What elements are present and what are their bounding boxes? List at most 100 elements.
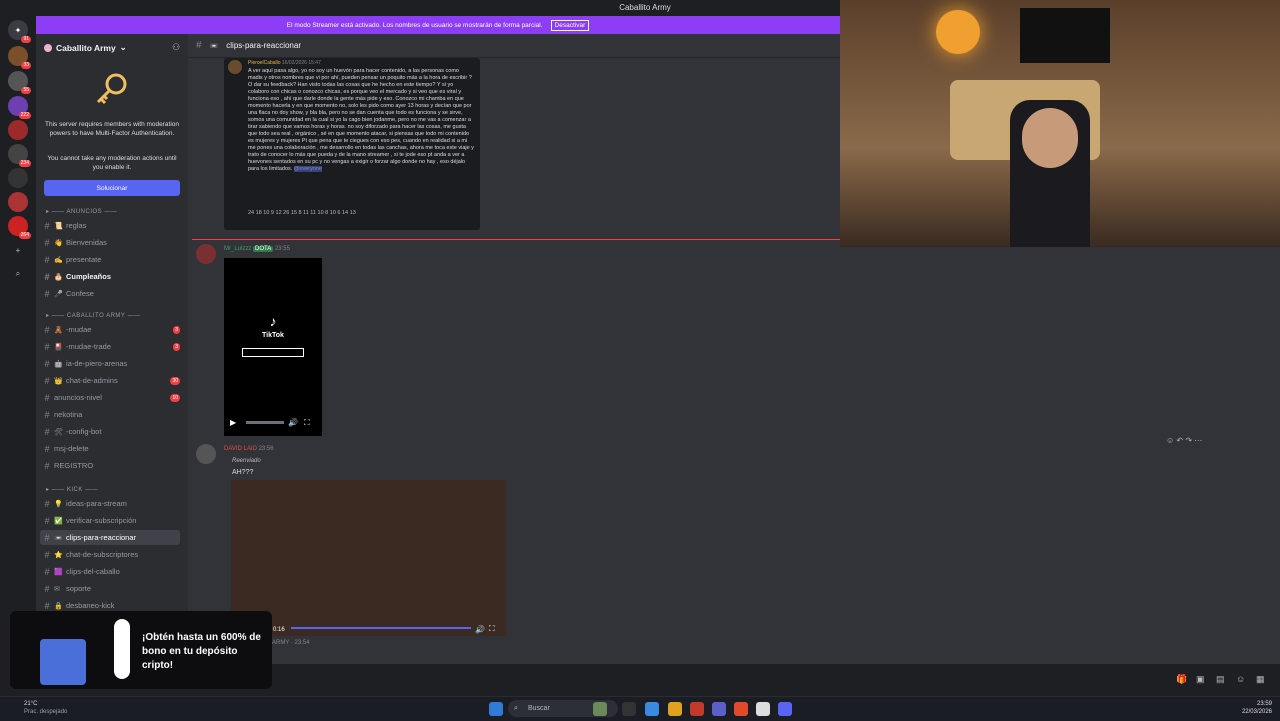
- channel-item[interactable]: # anuncios-nivel 10: [40, 390, 180, 405]
- category-caballito[interactable]: ▸ —— CABALLITO ARMY ——: [46, 312, 141, 319]
- channel-item[interactable]: # nekotina: [40, 407, 180, 422]
- more-icon[interactable]: ⋯: [1194, 436, 1202, 445]
- server-icon[interactable]: 33: [8, 46, 31, 69]
- channel-label: presentate: [66, 255, 102, 264]
- discover-icon[interactable]: ⌕: [8, 264, 28, 284]
- forward-icon[interactable]: ↷: [1185, 436, 1192, 445]
- widget-icon[interactable]: [593, 702, 607, 716]
- play-icon[interactable]: ▶: [230, 418, 236, 427]
- message-footer: ARMY · 23:54: [272, 640, 310, 646]
- add-member-icon[interactable]: ⚇: [172, 42, 180, 53]
- forwarded-video[interactable]: 0:16 🔊 ⛶: [231, 480, 506, 636]
- server-icon[interactable]: 222: [8, 96, 31, 119]
- server-icon[interactable]: 264: [8, 216, 31, 239]
- app-icon[interactable]: [690, 702, 704, 716]
- discord-icon[interactable]: [778, 702, 792, 716]
- hash-icon: #: [44, 460, 50, 471]
- server-icon[interactable]: [8, 192, 28, 212]
- crypto-ad[interactable]: ¡Obtén hasta un 600% de bono en tu depós…: [10, 611, 272, 689]
- mfa-warning: You cannot take any moderation actions u…: [47, 155, 177, 171]
- disable-streamer-button[interactable]: Desactivar: [550, 19, 590, 31]
- gift-icon[interactable]: 🎁: [1176, 674, 1187, 685]
- hash-icon: #: [44, 409, 50, 420]
- fullscreen-icon[interactable]: ⛶: [489, 624, 495, 634]
- server-icon[interactable]: 234: [8, 144, 31, 167]
- add-server-icon[interactable]: +: [8, 240, 28, 260]
- avatar: [228, 60, 242, 74]
- hash-icon: #: [44, 515, 50, 526]
- volume-icon[interactable]: 🔊: [475, 625, 485, 634]
- channel-item[interactable]: # 👋 Bienvenidas: [40, 235, 180, 250]
- channel-emoji-icon: 🎤: [54, 290, 63, 298]
- channel-item[interactable]: # 🟪 clips-del-caballo: [40, 564, 180, 579]
- channel-label: ideas-para-stream: [66, 499, 127, 508]
- brave-icon[interactable]: [734, 702, 748, 716]
- volume-slider[interactable]: [246, 421, 284, 424]
- channel-item[interactable]: # 🛠 -config-bot: [40, 424, 180, 439]
- channel-item[interactable]: # 📜 reglas: [40, 218, 180, 233]
- loading-bar: [242, 348, 304, 357]
- server-icon[interactable]: 55: [8, 71, 31, 94]
- hash-icon: #: [44, 375, 50, 386]
- channel-item[interactable]: # 📼 clips-para-reaccionar: [40, 530, 180, 545]
- clock[interactable]: 23:59 22/03/2026: [1242, 700, 1272, 716]
- channel-label: desbaneo-kick: [66, 601, 115, 610]
- channel-label: -config-bot: [66, 427, 102, 436]
- tiktok-video[interactable]: ♪ TikTok ▶ 🔊 ⛶: [224, 258, 322, 436]
- server-icon[interactable]: [8, 120, 28, 140]
- copilot-icon[interactable]: [645, 702, 659, 716]
- channel-item[interactable]: # ✍ presentate: [40, 252, 180, 267]
- channel-header: # 📼 clips-para-reaccionar: [188, 34, 840, 58]
- channel-item[interactable]: # 🎂 Cumpleaños: [40, 269, 180, 284]
- hash-icon: #: [44, 254, 50, 265]
- reply-icon[interactable]: ↶: [1176, 436, 1183, 445]
- category-kick[interactable]: ▸ —— KICK ——: [46, 486, 98, 493]
- channel-item[interactable]: # 👑 chat-de-admins 30: [40, 373, 180, 388]
- channel-item[interactable]: # 🎴 -mudae-trade 3: [40, 339, 180, 354]
- channel-item[interactable]: # REGISTRO: [40, 458, 180, 473]
- channel-item[interactable]: # 🤖 ia-de-piero-arenas: [40, 356, 180, 371]
- username[interactable]: Mr_Luizzz: [224, 246, 251, 252]
- gif-icon[interactable]: ▣: [1196, 674, 1205, 685]
- video-progress[interactable]: [291, 627, 471, 629]
- server-icon: [44, 43, 52, 52]
- weather-widget[interactable]: 21°C Prac. despejado: [24, 700, 67, 716]
- channel-item[interactable]: # 💡 ideas-para-stream: [40, 496, 180, 511]
- channel-item[interactable]: # ✉ soporte: [40, 581, 180, 596]
- sticker-icon[interactable]: ▤: [1216, 674, 1225, 685]
- teams-icon[interactable]: [712, 702, 726, 716]
- task-view-icon[interactable]: [622, 702, 636, 716]
- channel-label: anuncios-nivel: [54, 393, 102, 402]
- chrome-icon[interactable]: [756, 702, 770, 716]
- fix-mfa-button[interactable]: Solucionar: [44, 180, 180, 196]
- fullscreen-icon[interactable]: ⛶: [304, 418, 310, 428]
- channel-label: soporte: [66, 584, 92, 593]
- channel-item[interactable]: # 🧸 -mudae 3: [40, 322, 180, 337]
- file-explorer-icon[interactable]: [668, 702, 682, 716]
- channel-item[interactable]: # 🎤 Confese: [40, 286, 180, 301]
- avatar[interactable]: [196, 444, 216, 464]
- hash-icon: #: [44, 271, 50, 282]
- start-icon[interactable]: [489, 702, 503, 716]
- direct-messages-button[interactable]: ✦ 91: [8, 20, 31, 43]
- chat-area: # 📼 clips-para-reaccionar PieroelCaballo…: [188, 34, 840, 664]
- emoji-icon[interactable]: ☺: [1236, 674, 1245, 684]
- apps-icon[interactable]: ▦: [1256, 674, 1265, 685]
- channel-item[interactable]: # ⭐ chat-de-subscriptores: [40, 547, 180, 562]
- channel-item[interactable]: # ✅ verificar-subscripción: [40, 513, 180, 528]
- unread-badge: 30: [170, 376, 180, 385]
- hash-icon: #: [44, 498, 50, 509]
- server-icon[interactable]: [8, 168, 28, 188]
- chat-area-extension: [840, 247, 1280, 664]
- username[interactable]: DAVID LAID: [224, 446, 257, 452]
- reaction-icon[interactable]: ☺: [1166, 436, 1174, 445]
- chevron-down-icon: ⌄: [119, 42, 127, 52]
- category-anuncios[interactable]: ▸ —— ANUNCIOS ——: [46, 208, 117, 215]
- server-name[interactable]: Caballito Army ⌄: [44, 42, 127, 53]
- avatar[interactable]: [196, 244, 216, 264]
- channel-item[interactable]: # msj-delete: [40, 441, 180, 456]
- channel-emoji-icon: ✅: [54, 517, 63, 525]
- volume-icon[interactable]: 🔊: [288, 418, 298, 427]
- channel-emoji-icon: 👋: [54, 239, 63, 247]
- role-tag: DOTA: [253, 246, 274, 252]
